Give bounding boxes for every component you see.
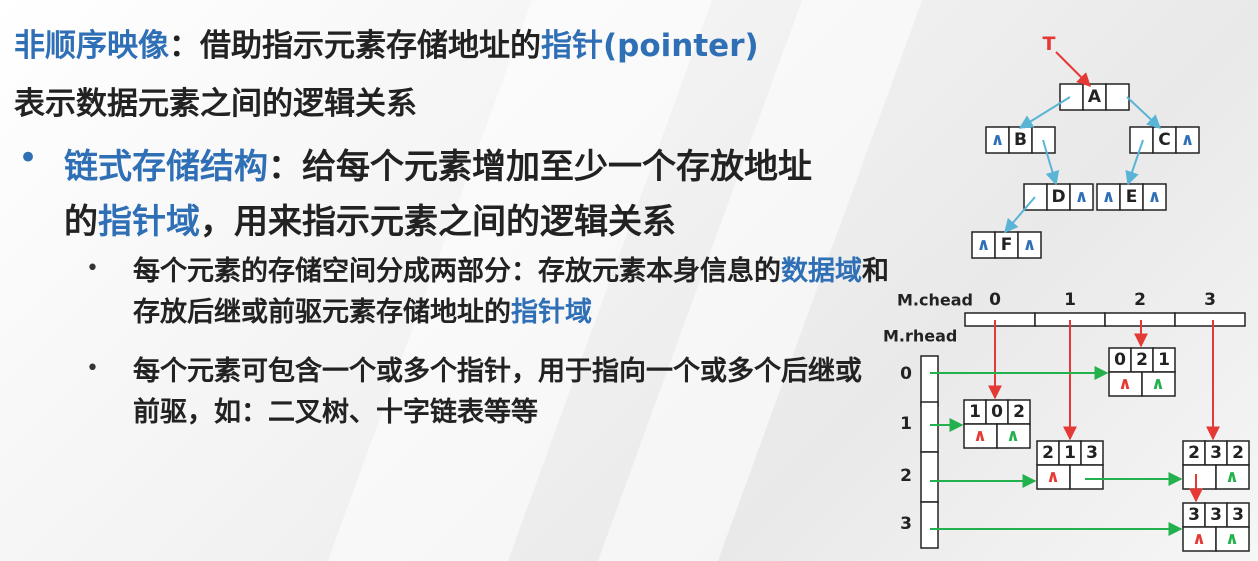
node-value: 2: [1042, 443, 1054, 463]
rhead-label: M.rhead: [883, 327, 957, 346]
null-pointer-mark: ∧: [1225, 467, 1239, 487]
null-pointer-mark: ∧: [1102, 187, 1116, 207]
linked-structure-diagrams: A∧ B C ∧D ∧ ∧ E ∧∧ F ∧TM.cheadM.rhead0 1 2 301230 2 1∧…: [883, 33, 1250, 552]
column-head-cell: [964, 312, 1036, 327]
node-value: 1: [1064, 443, 1076, 463]
null-pointer-mark: ∧: [1148, 187, 1162, 207]
row-head-cell: [920, 451, 939, 503]
column-index: 2: [1134, 290, 1146, 310]
null-pointer-mark: ∧: [1046, 467, 1060, 487]
tree-node-label: A: [1088, 87, 1102, 107]
row-index: 2: [900, 466, 912, 486]
node-value: 2: [1136, 350, 1148, 370]
row-head-cell: [920, 355, 939, 407]
tree-node-label: C: [1158, 130, 1170, 150]
null-pointer-mark: ∧: [1151, 374, 1165, 394]
node-value: 1: [1158, 350, 1170, 370]
row-head-cell: [920, 401, 939, 453]
null-pointer-mark: ∧: [991, 130, 1005, 150]
tree-node-label: F: [1001, 235, 1013, 255]
tree-edge-d-f: [1004, 196, 1036, 234]
tree-node-a-right-cell: [1105, 83, 1130, 111]
null-pointer-mark: ∧: [1225, 529, 1239, 549]
null-pointer-mark: ∧: [973, 426, 987, 446]
root-pointer-arrow: [1055, 51, 1091, 87]
node-value: 0: [991, 402, 1003, 422]
column-head-cell: [1174, 312, 1246, 327]
node-value: 3: [1210, 505, 1222, 525]
column-index: 0: [989, 290, 1001, 310]
row-index: 0: [900, 364, 912, 384]
row-head-cell: [920, 501, 939, 549]
null-pointer-mark: ∧: [1181, 130, 1195, 150]
null-pointer-mark: ∧: [1075, 187, 1089, 207]
row-index: 1: [900, 414, 912, 434]
tree-edge-a-b: [1018, 96, 1071, 129]
tree-node-a-left-cell: [1059, 83, 1084, 111]
tree-node-label: D: [1051, 187, 1065, 207]
node-value: 3: [1210, 443, 1222, 463]
null-pointer-mark: ∧: [977, 235, 991, 255]
node-right-pointer-cell: [1182, 464, 1217, 490]
node-value: 2: [1013, 402, 1025, 422]
node-value: 3: [1188, 505, 1200, 525]
tree-node-label: E: [1126, 187, 1138, 207]
column-index: 1: [1064, 290, 1076, 310]
node-value: 3: [1086, 443, 1098, 463]
chead-label: M.chead: [897, 291, 973, 310]
tree-edge-a-c: [1126, 96, 1162, 129]
node-value: 0: [1114, 350, 1126, 370]
node-value: 3: [1232, 505, 1244, 525]
null-pointer-mark: ∧: [1006, 426, 1020, 446]
node-value: 2: [1188, 443, 1200, 463]
null-pointer-mark: ∧: [1023, 235, 1037, 255]
root-pointer-label: T: [1043, 33, 1056, 55]
column-index: 3: [1204, 290, 1216, 310]
node-value: 1: [969, 402, 981, 422]
tree-node-label: B: [1014, 130, 1027, 150]
node-value: 2: [1232, 443, 1244, 463]
tree-node-c-left-cell: [1129, 126, 1154, 154]
null-pointer-mark: ∧: [1118, 374, 1132, 394]
node-down-pointer-cell: [1069, 464, 1104, 490]
null-pointer-mark: ∧: [1192, 529, 1206, 549]
row-index: 3: [900, 514, 912, 534]
